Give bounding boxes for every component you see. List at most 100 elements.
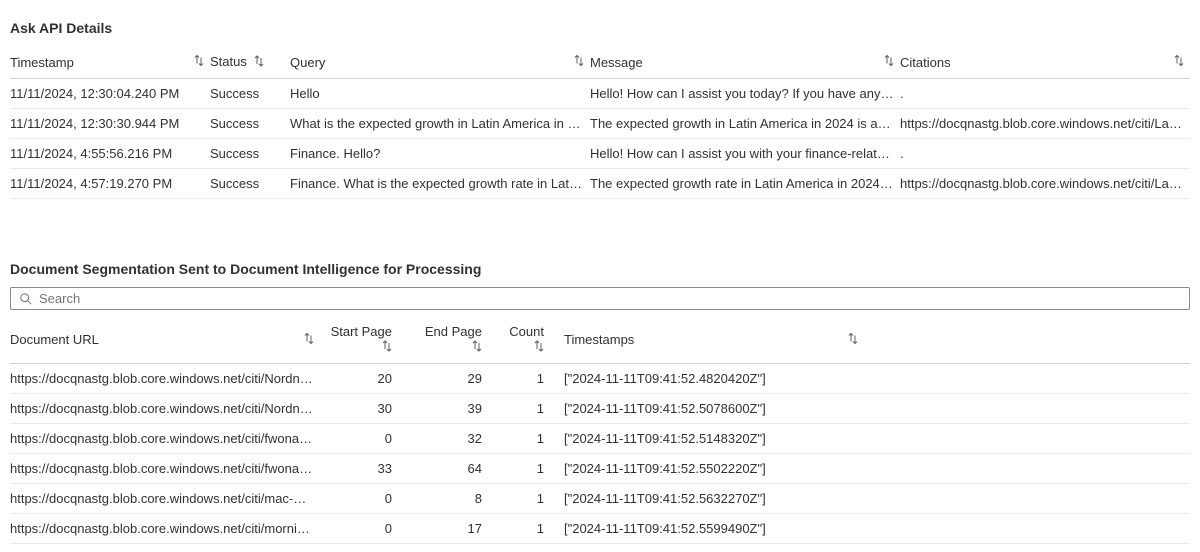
col-timestamps[interactable]: Timestamps [564,316,864,364]
cell-query: Hello [290,79,590,109]
col-count[interactable]: Count [502,316,564,364]
cell-timestamp: 11/11/2024, 12:30:30.944 PM [10,109,210,139]
col-label: Timestamp [10,55,74,70]
table-row[interactable]: https://docqnastg.blob.core.windows.net/… [10,484,1190,514]
search-input[interactable] [39,291,1181,306]
cell-timestamps: ["2024-11-11T09:41:52.5078600Z"] [564,394,864,424]
sort-icon[interactable] [848,332,858,347]
cell-timestamps: ["2024-11-11T09:41:52.4820420Z"] [564,364,864,394]
cell-start_page: 20 [320,364,412,394]
sort-icon[interactable] [194,55,204,70]
cell-empty [864,364,1190,394]
cell-citations: . [900,79,1190,109]
cell-count: 1 [502,484,564,514]
col-label: Start Page [331,324,392,339]
col-status[interactable]: Status [210,46,290,79]
cell-end_page: 29 [412,364,502,394]
table-row[interactable]: https://docqnastg.blob.core.windows.net/… [10,424,1190,454]
col-timestamp[interactable]: Timestamp [10,46,210,79]
sort-icon[interactable] [472,340,482,355]
cell-start_page: 30 [320,394,412,424]
col-query[interactable]: Query [290,46,590,79]
cell-citations: . [900,139,1190,169]
cell-timestamps: ["2024-11-11T09:41:52.5148320Z"] [564,424,864,454]
cell-query: Finance. Hello? [290,139,590,169]
col-label: Count [509,324,544,339]
cell-empty [864,394,1190,424]
col-label: Message [590,55,643,70]
cell-citations: https://docqnastg.blob.core.windows.net/… [900,109,1190,139]
cell-count: 1 [502,364,564,394]
cell-timestamp: 11/11/2024, 4:57:19.270 PM [10,169,210,199]
cell-timestamps: ["2024-11-11T09:41:52.5502220Z"] [564,454,864,484]
cell-doc_url: https://docqnastg.blob.core.windows.net/… [10,424,320,454]
search-box[interactable] [10,287,1190,310]
sort-icon[interactable] [574,55,584,70]
cell-query: What is the expected growth in Latin Ame… [290,109,590,139]
table-header-row: Document URL Start Page End Page Count T… [10,316,1190,364]
cell-citations: https://docqnastg.blob.core.windows.net/… [900,169,1190,199]
col-citations[interactable]: Citations [900,46,1190,79]
cell-timestamps: ["2024-11-11T09:41:52.5599490Z"] [564,514,864,544]
cell-count: 1 [502,514,564,544]
cell-status: Success [210,139,290,169]
cell-end_page: 64 [412,454,502,484]
col-label: Timestamps [564,332,634,347]
cell-empty [864,454,1190,484]
table-row[interactable]: https://docqnastg.blob.core.windows.net/… [10,394,1190,424]
cell-empty [864,484,1190,514]
cell-message: Hello! How can I assist you with your fi… [590,139,900,169]
section-title-doc-seg: Document Segmentation Sent to Document I… [10,261,1190,277]
cell-count: 1 [502,394,564,424]
table-row[interactable]: https://docqnastg.blob.core.windows.net/… [10,364,1190,394]
cell-message: Hello! How can I assist you today? If yo… [590,79,900,109]
table-row[interactable]: https://docqnastg.blob.core.windows.net/… [10,514,1190,544]
cell-count: 1 [502,454,564,484]
section-title-ask-api: Ask API Details [10,20,1190,36]
cell-query: Finance. What is the expected growth rat… [290,169,590,199]
cell-doc_url: https://docqnastg.blob.core.windows.net/… [10,364,320,394]
table-row[interactable]: 11/11/2024, 4:57:19.270 PMSuccessFinance… [10,169,1190,199]
cell-end_page: 32 [412,424,502,454]
cell-start_page: 0 [320,424,412,454]
cell-doc_url: https://docqnastg.blob.core.windows.net/… [10,454,320,484]
sort-icon[interactable] [534,340,544,355]
cell-end_page: 39 [412,394,502,424]
col-end-page[interactable]: End Page [412,316,502,364]
cell-end_page: 17 [412,514,502,544]
cell-message: The expected growth rate in Latin Americ… [590,169,900,199]
col-label: Query [290,55,325,70]
sort-icon[interactable] [304,332,314,347]
sort-icon[interactable] [884,55,894,70]
search-icon [19,292,33,306]
table-row[interactable]: 11/11/2024, 12:30:04.240 PMSuccessHelloH… [10,79,1190,109]
col-label: End Page [425,324,482,339]
cell-end_page: 8 [412,484,502,514]
cell-start_page: 33 [320,454,412,484]
table-row[interactable]: https://docqnastg.blob.core.windows.net/… [10,454,1190,484]
table-row[interactable]: 11/11/2024, 4:55:56.216 PMSuccessFinance… [10,139,1190,169]
col-label: Status [210,54,247,69]
cell-doc_url: https://docqnastg.blob.core.windows.net/… [10,514,320,544]
col-doc-url[interactable]: Document URL [10,316,320,364]
cell-empty [864,424,1190,454]
col-label: Document URL [10,332,99,347]
sort-icon[interactable] [382,340,392,355]
table-row[interactable]: 11/11/2024, 12:30:30.944 PMSuccessWhat i… [10,109,1190,139]
cell-timestamp: 11/11/2024, 12:30:04.240 PM [10,79,210,109]
col-empty [864,316,1190,364]
doc-seg-table: Document URL Start Page End Page Count T… [10,316,1190,544]
col-message[interactable]: Message [590,46,900,79]
cell-doc_url: https://docqnastg.blob.core.windows.net/… [10,484,320,514]
cell-status: Success [210,79,290,109]
cell-timestamp: 11/11/2024, 4:55:56.216 PM [10,139,210,169]
sort-icon[interactable] [254,55,264,70]
cell-status: Success [210,169,290,199]
cell-timestamps: ["2024-11-11T09:41:52.5632270Z"] [564,484,864,514]
col-label: Citations [900,55,951,70]
cell-empty [864,514,1190,544]
sort-icon[interactable] [1174,55,1184,70]
cell-status: Success [210,109,290,139]
table-header-row: Timestamp Status Query Message [10,46,1190,79]
col-start-page[interactable]: Start Page [320,316,412,364]
